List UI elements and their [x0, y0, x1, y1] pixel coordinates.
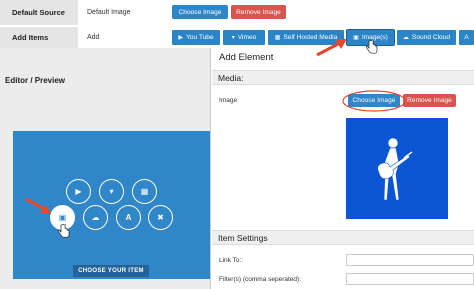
soundcloud-label: Sound Cloud	[411, 34, 451, 41]
tab-pointer-hand-icon	[366, 40, 378, 54]
youtube-label: You Tube	[186, 34, 214, 41]
text-icon[interactable]: A	[116, 205, 141, 230]
youtube-icon: ▶	[178, 34, 183, 41]
film-icon: ▦	[274, 34, 281, 41]
filters-label: Filter(s) (comma seperated):	[219, 276, 301, 283]
vimeo-icon: ▾	[231, 34, 235, 41]
default-remove-image-button[interactable]: Remove Image	[231, 5, 286, 19]
guitarist-image	[346, 118, 448, 219]
soundcloud-icon: ☁	[402, 34, 409, 41]
remove-image-button[interactable]: Remove Image	[403, 94, 456, 107]
youtube-button[interactable]: ▶ You Tube	[172, 30, 220, 45]
item-settings-section-header: Item Settings	[212, 230, 474, 245]
annotation-arrow-icon	[25, 197, 51, 214]
text-icon: A	[464, 34, 469, 41]
default-choose-image-button[interactable]: Choose Image	[172, 5, 228, 19]
close-icon[interactable]: ✖	[148, 205, 173, 230]
vimeo-icon[interactable]: ▾	[99, 179, 124, 204]
add-element-title: Add Element	[219, 52, 274, 63]
media-section-header: Media:	[212, 70, 474, 85]
choose-your-item-label: CHOOSE YOUR ITEM	[73, 265, 149, 277]
link-to-label: Link To::	[219, 257, 244, 264]
youtube-icon[interactable]: ▶	[66, 179, 91, 204]
editor-preview-title: Editor / Preview	[5, 76, 66, 85]
soundcloud-button[interactable]: ☁ Sound Cloud	[397, 30, 456, 45]
filters-input[interactable]	[346, 273, 474, 285]
add-items-label: Add Items	[0, 27, 78, 48]
pointer-hand-icon	[58, 224, 70, 238]
vimeo-label: Vimeo	[237, 34, 257, 41]
soundcloud-icon[interactable]: ☁	[83, 205, 108, 230]
link-to-input[interactable]	[346, 254, 474, 266]
add-items-value: Add	[87, 34, 100, 41]
annotation-ellipse	[342, 90, 406, 112]
image-icon: ▣	[353, 34, 359, 41]
text-button[interactable]: A	[459, 30, 474, 45]
image-field-label: Image	[219, 97, 238, 104]
default-source-label: Default Source	[0, 0, 78, 25]
vimeo-button[interactable]: ▾ Vimeo	[223, 30, 265, 45]
film-icon[interactable]: ▦	[132, 179, 157, 204]
top-annotation-arrow-icon	[316, 39, 347, 57]
default-source-value: Default Image	[87, 9, 131, 16]
